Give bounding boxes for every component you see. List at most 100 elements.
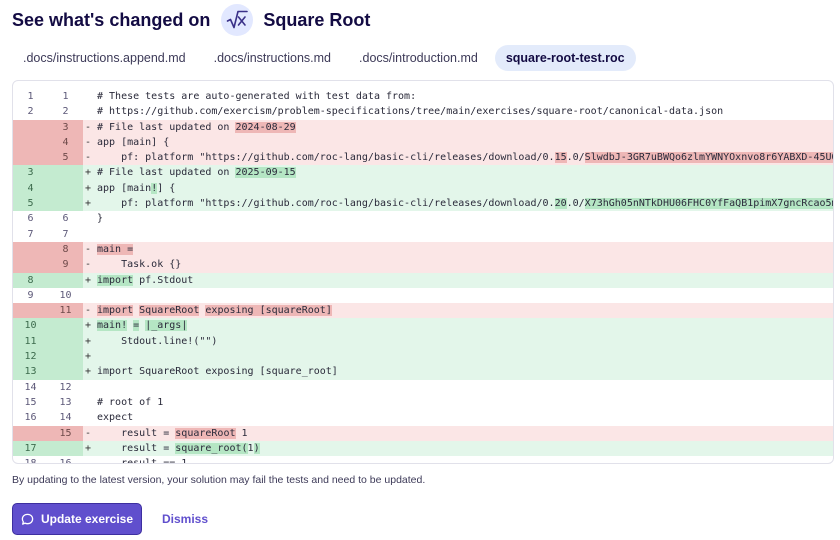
code-text: } <box>97 211 833 226</box>
new-line-number: 16 <box>59 458 72 464</box>
code-segment: app [main <box>97 182 152 194</box>
old-line-number: 2 <box>27 106 34 118</box>
diff-sign: + <box>85 442 92 454</box>
diff-line: 5 + pf: platform "https://github.com/roc-… <box>13 196 833 212</box>
old-line-number <box>13 257 48 273</box>
diff-sign <box>83 288 97 303</box>
diff-sign: + <box>85 167 92 179</box>
changed-text: X73hGh05nNTkDHU06FHC0YfFaQB1pimX7gncRcao… <box>584 198 833 210</box>
new-line-number: 7 <box>62 228 69 240</box>
diff-line: 5- pf: platform "https://github.com/roc-… <box>13 150 833 166</box>
tab-introduction[interactable]: .docs/introduction.md <box>348 45 489 71</box>
diff-sign <box>83 456 97 463</box>
new-line-number: 3 <box>48 119 83 135</box>
diff-line: 11- import SquareRoot exposing [squareRoo… <box>13 303 833 319</box>
changed-text: squareRoot <box>175 427 236 439</box>
diff-line: 4- app [main] { <box>13 134 833 151</box>
old-line-number: 1 <box>27 91 34 102</box>
new-line-number <box>48 180 83 197</box>
diff-sign: + <box>85 198 92 210</box>
new-line-number <box>48 349 83 365</box>
diff-sign <box>83 227 97 242</box>
diff-sign <box>83 380 97 395</box>
update-exercise-button[interactable]: Update exercise <box>12 503 142 535</box>
code-segment: # https://github.com/exercism/problem-sp… <box>97 106 724 118</box>
diff-line: 9 10 <box>13 288 833 303</box>
diff-sign: - <box>85 121 92 133</box>
code-text: import SquareRoot exposing [squareRoot] <box>97 303 833 318</box>
diff-line: 3- # File last updated on 2024-08-29 <box>13 119 833 135</box>
diff-line: 10 + main! = |_args| <box>13 318 833 334</box>
modal-title: See what's changed on <box>12 9 211 30</box>
new-line-number: 9 <box>48 257 83 273</box>
code-text: # File last updated on 2025-09-15 <box>97 165 833 180</box>
new-line-number: 13 <box>59 396 72 408</box>
update-exercise-label: Update exercise <box>40 512 134 526</box>
code-segment: import SquareRoot exposing [square_root] <box>97 366 338 378</box>
code-segment: .0/ <box>566 152 585 164</box>
changed-text: import <box>97 274 134 286</box>
old-line-number: 14 <box>24 381 37 393</box>
changed-text: 2024-08-29 <box>235 121 296 133</box>
update-warning: By updating to the latest version, your … <box>12 474 426 486</box>
code-segment: Stdout.line!("") <box>97 335 218 347</box>
square-root-icon <box>221 4 254 36</box>
old-line-number: 10 <box>13 318 48 334</box>
diff-line: 18 16 result == 1 <box>13 456 833 464</box>
diff-sign: + <box>85 182 92 194</box>
code-text: # File last updated on 2024-08-29 <box>97 120 833 135</box>
old-line-number: 11 <box>13 333 48 350</box>
code-text: result = square_root(1) <box>97 441 833 456</box>
diff-line: 3 + # File last updated on 2025-09-15 <box>13 165 833 181</box>
old-line-number: 3 <box>13 165 48 181</box>
changed-text: ) <box>253 442 260 454</box>
code-segment: Task.ok {} <box>97 259 182 271</box>
new-line-number: 15 <box>48 425 83 441</box>
dismiss-button[interactable]: Dismiss <box>162 503 208 535</box>
code-text: import pf.Stdout <box>97 273 833 288</box>
code-text: Task.ok {} <box>97 257 833 272</box>
diff-line: 1 1 # These tests are auto-generated with … <box>13 89 833 104</box>
new-line-number <box>48 196 83 212</box>
old-line-number: 8 <box>13 272 48 288</box>
old-line-number <box>13 303 48 319</box>
new-line-number: 12 <box>59 381 72 393</box>
old-line-number <box>13 241 48 258</box>
code-text: expect <box>97 410 833 425</box>
old-line-number <box>13 425 48 441</box>
old-line-number: 13 <box>13 364 48 380</box>
code-segment: result == 1 <box>97 458 188 464</box>
new-line-number <box>48 318 83 334</box>
old-line-number: 9 <box>27 289 34 301</box>
code-text: # root of 1 <box>97 395 833 410</box>
diff-line: 9- Task.ok {} <box>13 257 833 273</box>
exercise-name: Square Root <box>263 9 371 30</box>
code-segment: pf.Stdout <box>133 274 194 286</box>
new-line-number <box>48 333 83 350</box>
diff-sign: + <box>85 274 92 286</box>
new-line-number <box>48 440 83 457</box>
tab-square-root-test[interactable]: square-root-test.roc <box>494 45 636 71</box>
tab-instructions-append[interactable]: .docs/instructions.append.md <box>12 45 197 71</box>
code-text: import SquareRoot exposing [square_root] <box>97 364 833 379</box>
code-text: main = <box>97 242 833 257</box>
old-line-number <box>13 134 48 151</box>
code-segment: pf: platform "https://github.com/roc-lan… <box>97 198 555 210</box>
diff-line: 4 + app [main!] { <box>13 180 833 197</box>
changed-text: 15 <box>554 152 567 164</box>
new-line-number: 11 <box>48 303 83 319</box>
diff-sign: - <box>85 243 92 255</box>
diff-line: 77 <box>13 227 833 242</box>
diff-line: 16 14 expect <box>13 410 833 425</box>
diff-viewer: 1 1 # These tests are auto-generated with … <box>12 80 834 464</box>
diff-sign: - <box>85 259 92 271</box>
code-text: pf: platform "https://github.com/roc-lan… <box>97 196 833 211</box>
diff-sign: - <box>85 152 92 164</box>
new-line-number: 14 <box>59 412 72 424</box>
diff-sign <box>83 410 97 425</box>
diff-sign: + <box>85 335 92 347</box>
tab-instructions[interactable]: .docs/instructions.md <box>203 45 342 71</box>
